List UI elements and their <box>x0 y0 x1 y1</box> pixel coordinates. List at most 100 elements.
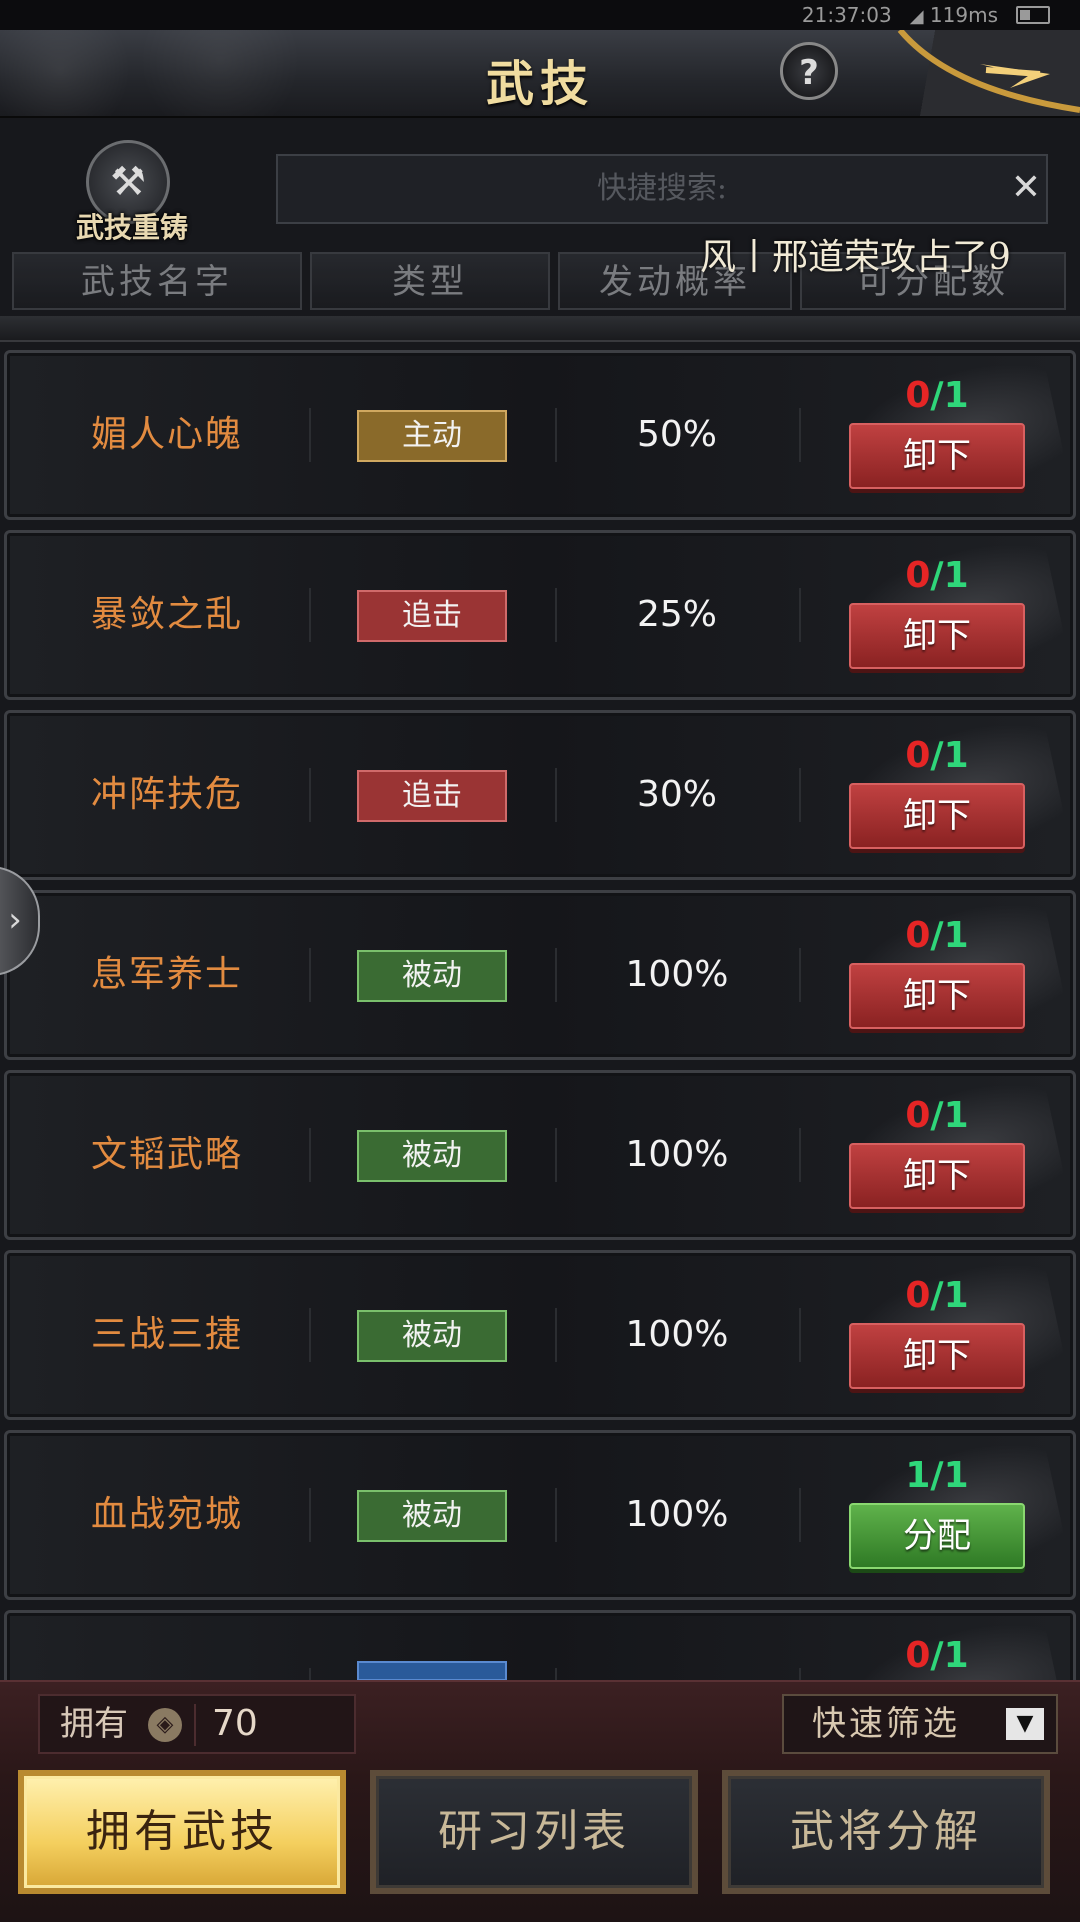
column-header-type: 类型 <box>310 252 550 310</box>
count-separator: / <box>930 735 944 776</box>
owned-divider <box>194 1704 196 1746</box>
column-divider <box>555 1668 557 1680</box>
column-divider <box>799 1308 801 1362</box>
reforge-button[interactable]: ⚒ 武技重铸 <box>76 140 190 250</box>
trigger-probability <box>567 1613 787 1680</box>
currency-icon: ◈ <box>148 1708 182 1742</box>
column-divider <box>799 1668 801 1680</box>
top-bar: 武技 ? <box>0 30 1080 118</box>
chevron-right-icon: › <box>8 900 22 940</box>
skill-row[interactable]: 冲阵扶危 追击 30% 0/1 卸下 <box>4 710 1076 880</box>
search-input[interactable]: 快捷搜索: <box>276 154 1048 224</box>
column-divider <box>555 588 557 642</box>
column-divider <box>309 1488 311 1542</box>
total-number: 1 <box>943 1275 969 1316</box>
column-divider <box>309 408 311 462</box>
ping-value: 119ms <box>929 3 998 27</box>
signal-icon: ◢ <box>909 6 924 27</box>
quick-filter-dropdown[interactable]: 快速筛选 ▼ <box>782 1694 1058 1754</box>
skill-name: 三战三捷 <box>90 1314 243 1355</box>
skill-type-badge: 被动 <box>357 1130 507 1182</box>
total-number: 1 <box>943 1635 969 1676</box>
skill-row[interactable]: 三战三捷 被动 100% 0/1 卸下 <box>4 1250 1076 1420</box>
skill-row[interactable]: 血战宛城 被动 100% 1/1 分配 <box>4 1430 1076 1600</box>
assigned-number: 0 <box>905 735 931 776</box>
skill-row[interactable]: 0/1 <box>4 1610 1076 1680</box>
skill-name: 媚人心魄 <box>90 414 243 455</box>
assign-count: 0/1 <box>847 915 1027 956</box>
unequip-button[interactable]: 卸下 <box>849 603 1025 669</box>
skill-row[interactable]: 媚人心魄 主动 50% 0/1 卸下 <box>4 350 1076 520</box>
reforge-label: 武技重铸 <box>76 211 189 244</box>
total-number: 1 <box>943 555 969 596</box>
count-separator: / <box>930 375 944 416</box>
count-separator: / <box>930 1095 944 1136</box>
count-separator: / <box>930 1455 944 1496</box>
assign-count: 0/1 <box>847 1095 1027 1136</box>
assign-count: 0/1 <box>847 555 1027 596</box>
tab-general-decompose[interactable]: 武将分解 <box>722 1770 1050 1894</box>
tab-owned-skills[interactable]: 拥有武技 <box>18 1770 346 1894</box>
battery-icon <box>1016 6 1050 24</box>
skill-type-badge <box>357 1661 507 1680</box>
assigned-number: 0 <box>905 1275 931 1316</box>
column-divider <box>799 408 801 462</box>
back-button[interactable] <box>890 30 1080 116</box>
column-divider <box>555 1128 557 1182</box>
skill-name: 文韬武略 <box>90 1134 243 1175</box>
assigned-number: 0 <box>905 375 931 416</box>
status-bar: 21:37:03 ◢ 119ms <box>0 0 1080 30</box>
total-number: 1 <box>943 375 969 416</box>
column-divider <box>555 948 557 1002</box>
count-separator: / <box>930 1275 944 1316</box>
skill-name: 息军养士 <box>90 954 243 995</box>
back-arrow-icon <box>897 30 1080 113</box>
total-number: 1 <box>943 735 969 776</box>
total-number: 1 <box>943 1095 969 1136</box>
assigned-number: 0 <box>905 1095 931 1136</box>
column-divider <box>309 1128 311 1182</box>
owned-label: 拥有 <box>60 1704 128 1744</box>
skill-list[interactable]: 媚人心魄 主动 50% 0/1 卸下 暴敛之乱 追击 25% 0/1 卸下 冲阵扶危 追击 30% 0/1… <box>0 350 1080 1680</box>
column-divider <box>799 588 801 642</box>
skill-type-badge: 追击 <box>357 770 507 822</box>
skill-row[interactable]: 文韬武略 被动 100% 0/1 卸下 <box>4 1070 1076 1240</box>
clear-search-icon[interactable]: ✕ <box>1006 160 1046 216</box>
skill-name <box>47 1613 287 1680</box>
assign-count: 0/1 <box>847 1275 1027 1316</box>
trigger-probability: 100% <box>625 954 729 995</box>
trigger-probability: 100% <box>625 1314 729 1355</box>
assign-button[interactable]: 分配 <box>849 1503 1025 1569</box>
owned-counter: 拥有 ◈ 70 <box>38 1694 356 1754</box>
column-divider <box>555 768 557 822</box>
count-separator: / <box>930 555 944 596</box>
count-separator: / <box>930 1635 944 1676</box>
unequip-button[interactable]: 卸下 <box>849 963 1025 1029</box>
skill-name: 暴敛之乱 <box>90 594 243 635</box>
column-divider <box>555 1308 557 1362</box>
assigned-number: 0 <box>905 555 931 596</box>
column-divider <box>309 768 311 822</box>
column-divider <box>309 588 311 642</box>
skill-type-badge: 被动 <box>357 1310 507 1362</box>
total-number: 1 <box>943 915 969 956</box>
total-number: 1 <box>943 1455 969 1496</box>
unequip-button[interactable]: 卸下 <box>849 423 1025 489</box>
skill-row[interactable]: 暴敛之乱 追击 25% 0/1 卸下 <box>4 530 1076 700</box>
assign-count: 1/1 <box>847 1455 1027 1496</box>
assigned-number: 0 <box>905 1635 931 1676</box>
column-divider <box>555 408 557 462</box>
skill-type-badge: 被动 <box>357 950 507 1002</box>
assigned-number: 0 <box>905 915 931 956</box>
unequip-button[interactable]: 卸下 <box>849 783 1025 849</box>
skill-type-badge: 追击 <box>357 590 507 642</box>
unequip-button[interactable]: 卸下 <box>849 1323 1025 1389</box>
unequip-button[interactable]: 卸下 <box>849 1143 1025 1209</box>
assign-count: 0/1 <box>847 735 1027 776</box>
tab-study-list[interactable]: 研习列表 <box>370 1770 698 1894</box>
broadcast-ticker: 风丨邢道荣攻占了9 <box>700 237 1011 278</box>
assign-count: 0/1 <box>847 1635 1027 1676</box>
skill-name: 冲阵扶危 <box>90 774 243 815</box>
skill-row[interactable]: 息军养士 被动 100% 0/1 卸下 <box>4 890 1076 1060</box>
help-button[interactable]: ? <box>780 42 838 100</box>
